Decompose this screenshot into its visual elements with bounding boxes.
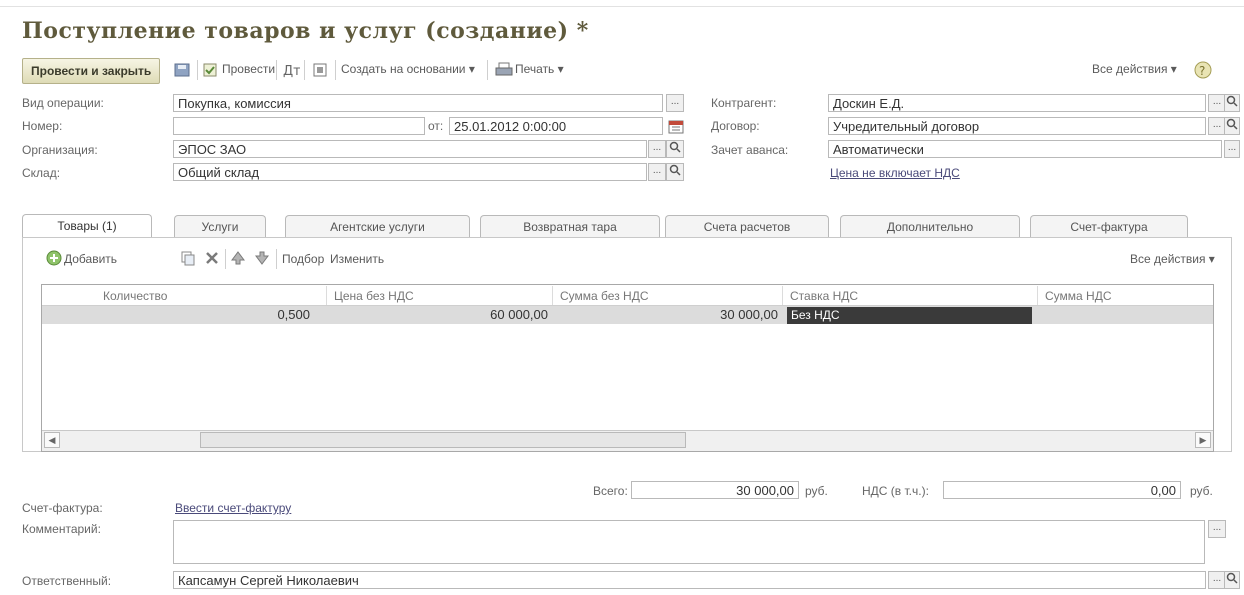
tab-services[interactable]: Услуги <box>174 215 266 237</box>
toolbar-separator <box>197 60 198 80</box>
toolbar-separator <box>487 60 488 80</box>
delete-icon[interactable] <box>204 250 220 269</box>
add-button[interactable]: Добавить <box>64 252 117 266</box>
svg-text:Дт: Дт <box>283 64 300 78</box>
organization-select-button[interactable]: ... <box>648 140 666 158</box>
total-value: 30 000,00 <box>631 481 799 499</box>
tab-invoice[interactable]: Счет-фактура <box>1030 215 1188 237</box>
responsible-open-icon[interactable] <box>1224 571 1240 589</box>
column-header-vat-rate[interactable]: Ставка НДС <box>790 286 858 306</box>
number-field[interactable] <box>173 117 425 135</box>
warehouse-field[interactable]: Общий склад <box>173 163 647 181</box>
operation-label: Вид операции: <box>22 96 104 110</box>
column-divider <box>552 286 553 305</box>
scroll-right-icon[interactable]: ▶ <box>1195 432 1211 448</box>
number-label: Номер: <box>22 119 63 133</box>
tab-goods[interactable]: Товары (1) <box>22 214 152 238</box>
counterparty-field[interactable]: Доскин Е.Д. <box>828 94 1206 112</box>
copy-icon[interactable] <box>180 250 196 269</box>
advance-offset-field[interactable]: Автоматически <box>828 140 1222 158</box>
column-divider <box>1037 286 1038 305</box>
warehouse-label: Склад: <box>22 166 61 180</box>
tab-additional[interactable]: Дополнительно <box>840 215 1020 237</box>
responsible-label: Ответственный: <box>22 574 112 588</box>
window-title: Поступление товаров и услуг (создание) * <box>22 18 589 44</box>
scrollbar-thumb[interactable] <box>200 432 686 448</box>
comment-field[interactable] <box>173 520 1205 564</box>
total-label: Всего: <box>593 484 628 498</box>
pick-button[interactable]: Подбор <box>282 252 324 266</box>
enter-invoice-link[interactable]: Ввести счет-фактуру <box>175 501 291 515</box>
tab-settlement-accounts[interactable]: Счета расчетов <box>665 215 829 237</box>
toolbar-separator <box>276 60 277 80</box>
operation-select-button[interactable]: ... <box>666 94 684 112</box>
move-down-icon[interactable] <box>254 250 270 269</box>
save-icon[interactable] <box>174 62 190 81</box>
move-up-icon[interactable] <box>230 250 246 269</box>
vat-total-label: НДС (в т.ч.): <box>862 484 929 498</box>
total-currency: руб. <box>805 484 828 498</box>
create-based-button[interactable]: Создать на основании ▾ <box>341 62 475 76</box>
print-button[interactable]: Печать ▾ <box>515 62 564 76</box>
table-all-actions-button[interactable]: Все действия ▾ <box>1130 252 1215 266</box>
vat-currency: руб. <box>1190 484 1213 498</box>
warehouse-select-button[interactable]: ... <box>648 163 666 181</box>
cell-price[interactable]: 60 000,00 <box>330 307 548 323</box>
tab-returnable-packaging[interactable]: Возвратная тара <box>480 215 660 237</box>
advance-select-button[interactable]: ... <box>1224 140 1240 158</box>
operation-type-field[interactable]: Покупка, комиссия <box>173 94 663 112</box>
toolbar-separator <box>304 60 305 80</box>
column-header-quantity[interactable]: Количество <box>103 286 167 306</box>
counterparty-label: Контрагент: <box>711 96 777 110</box>
organization-label: Организация: <box>22 143 98 157</box>
vat-total-value: 0,00 <box>943 481 1181 499</box>
contract-field[interactable]: Учредительный договор <box>828 117 1206 135</box>
column-divider <box>782 286 783 305</box>
cell-vat-sum[interactable] <box>1040 307 1210 323</box>
comment-edit-button[interactable]: ... <box>1208 520 1226 538</box>
organization-field[interactable]: ЭПОС ЗАО <box>173 140 647 158</box>
price-vat-link[interactable]: Цена не включает НДС <box>830 166 960 180</box>
organization-open-icon[interactable] <box>666 140 684 158</box>
scroll-left-icon[interactable]: ◀ <box>44 432 60 448</box>
column-header-vat-sum[interactable]: Сумма НДС <box>1045 286 1112 306</box>
counterparty-open-icon[interactable] <box>1224 94 1240 112</box>
tab-agent-services[interactable]: Агентские услуги <box>285 215 470 237</box>
toolbar-separator <box>276 249 277 269</box>
contract-label: Договор: <box>711 119 760 133</box>
date-field[interactable]: 25.01.2012 0:00:00 <box>449 117 663 135</box>
column-divider <box>326 286 327 305</box>
top-divider <box>0 6 1244 7</box>
contract-open-icon[interactable] <box>1224 117 1240 135</box>
add-icon[interactable] <box>46 250 62 269</box>
column-header-sum[interactable]: Сумма без НДС <box>560 286 648 306</box>
help-icon[interactable]: ? <box>1193 60 1213 83</box>
advance-label: Зачет аванса: <box>711 143 789 157</box>
all-actions-button[interactable]: Все действия ▾ <box>1092 62 1177 76</box>
responsible-field[interactable]: Капсамун Сергей Николаевич <box>173 571 1206 589</box>
post-button[interactable]: Провести <box>222 62 275 76</box>
warehouse-open-icon[interactable] <box>666 163 684 181</box>
printer-icon[interactable] <box>495 62 513 81</box>
post-icon[interactable] <box>202 62 218 81</box>
calendar-icon[interactable] <box>668 118 684 137</box>
cell-sum[interactable]: 30 000,00 <box>556 307 778 323</box>
ledger-icon[interactable]: Дт <box>282 62 301 81</box>
date-label: от: <box>428 119 444 133</box>
svg-text:?: ? <box>1199 64 1205 78</box>
toolbar-separator <box>335 60 336 80</box>
structure-icon[interactable] <box>312 62 328 81</box>
cell-quantity[interactable]: 0,500 <box>150 307 310 323</box>
toolbar-separator <box>225 249 226 269</box>
post-and-close-button[interactable]: Провести и закрыть <box>22 58 161 84</box>
column-header-price[interactable]: Цена без НДС <box>334 286 414 306</box>
invoice-label: Счет-фактура: <box>22 501 103 515</box>
comment-label: Комментарий: <box>22 522 101 536</box>
change-button[interactable]: Изменить <box>330 252 384 266</box>
cell-vat-rate-editing[interactable]: Без НДС <box>787 307 1032 324</box>
